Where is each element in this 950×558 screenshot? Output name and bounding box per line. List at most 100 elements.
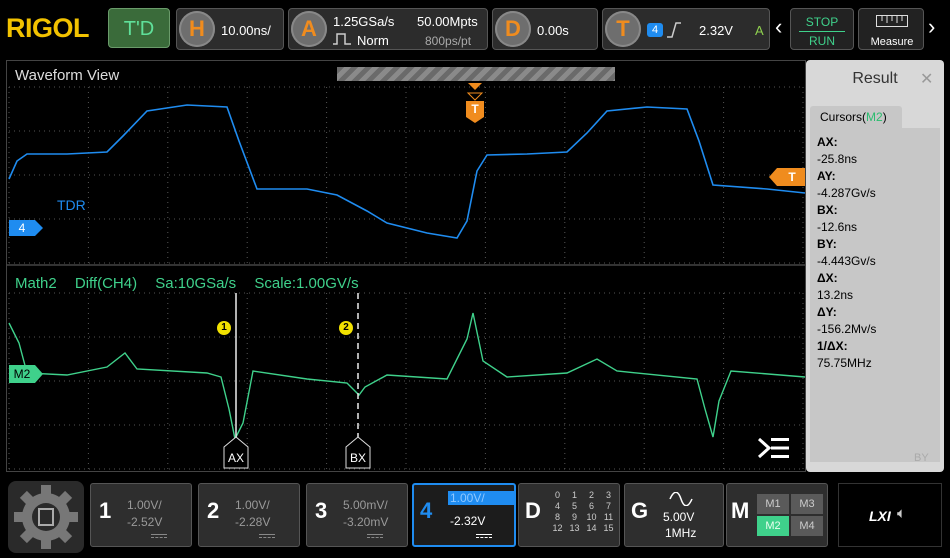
ch4-trace-label: TDR [57, 197, 86, 213]
digital-channel-grid: 0 1 2 3 4 5 6 7 8 9 10 11 12 13 14 15 [549, 490, 621, 533]
math-label: M [731, 498, 750, 523]
acquire-panel[interactable]: A 1.25GSa/s Norm 50.00Mpts 800ps/pt [288, 8, 488, 50]
collapse-menu-icon[interactable] [757, 435, 791, 461]
digital-channel-cell: 1 [571, 490, 577, 500]
ch2-offset: -2.28V [235, 515, 271, 529]
trigger-marker-label: T [471, 102, 479, 116]
chevron-left-icon[interactable]: ‹ [775, 14, 782, 40]
trigger-level-marker[interactable]: T [769, 168, 805, 191]
digital-channel-cell: 15 [603, 523, 614, 533]
t-level: 2.32V [699, 23, 733, 38]
channel-1-button[interactable]: 1 1.00V/ -2.52V [90, 483, 192, 547]
math-button[interactable]: M M1 M3 M2 M4 [726, 483, 828, 547]
math-m4[interactable]: M4 [791, 516, 823, 536]
cursors-tab[interactable]: Cursors(M2) [810, 106, 902, 128]
a-mode: Norm [357, 33, 389, 48]
ch4-coupling-icon [476, 534, 492, 538]
a-mem-depth: 50.00Mpts [417, 14, 478, 29]
result-value: -4.287Gv/s [817, 186, 876, 200]
digital-channel-cell: 4 [554, 501, 560, 511]
d-badge: D [495, 11, 531, 47]
h-timebase: 10.00ns/ [221, 23, 271, 38]
math-m2[interactable]: M2 [757, 516, 789, 536]
math-function: Diff(CH4) [74, 275, 138, 292]
math-m3[interactable]: M3 [791, 494, 823, 514]
math-m1[interactable]: M1 [757, 494, 789, 514]
trigger-panel[interactable]: T 4 2.32V A [602, 8, 770, 50]
cursor-bx-label: BX [349, 451, 366, 465]
result-key: AY: [817, 169, 836, 183]
cursor-1-badge: 1 [217, 321, 231, 335]
result-value: -25.8ns [817, 152, 858, 166]
top-bar: RIGOL T'D H 10.00ns/ A 1.25GSa/s Norm 50… [0, 0, 950, 57]
trigger-level-label: T [788, 170, 796, 184]
chevron-right-icon[interactable]: › [928, 14, 935, 40]
result-by-faint: BY [914, 452, 929, 464]
result-list: AX: -25.8ns AY: -4.287Gv/s BX: -12.6ns BY: -4.4… [810, 128, 940, 462]
result-panel[interactable]: Result ✕ Cursors(M2) AX: -25.8ns AY: -4.287… [806, 60, 944, 472]
waveform-view[interactable]: Waveform View T TDR 4 T Math2 Diff(CH4) … [6, 60, 806, 472]
home-gear-button[interactable] [8, 481, 84, 553]
bottom-bar: 1 1.00V/ -2.52V 2 1.00V/ -2.28V 3 5.00mV… [0, 477, 950, 557]
rigol-logo: RIGOL [6, 13, 90, 43]
measure-label: Measure [870, 36, 914, 48]
cursor-ax-label: AX [227, 451, 244, 465]
ch3-number: 3 [315, 498, 328, 523]
result-close-icon[interactable]: ✕ [920, 69, 933, 89]
digital-channel-cell: 8 [554, 512, 560, 522]
generator-frequency: 1MHz [665, 526, 697, 540]
ch1-offset: -2.52V [127, 515, 163, 529]
measure-button[interactable]: Measure [858, 8, 924, 50]
channel-4-button[interactable]: 4 1.00V/ -2.32V [412, 483, 516, 547]
ch2-scale: 1.00V/ [235, 498, 270, 512]
cursor-bx-marker[interactable]: BX [345, 436, 371, 469]
ruler-icon [876, 15, 908, 27]
digital-label: D [525, 498, 541, 523]
ch4-marker-label: 4 [18, 221, 26, 235]
rising-edge-icon [667, 22, 681, 38]
stop-label: STOP [805, 15, 839, 29]
digital-channel-cell: 13 [569, 523, 580, 533]
cursors-tab-source: M2 [866, 110, 883, 124]
math-marker-label: M2 [13, 367, 31, 381]
digital-channel-cell: 14 [586, 523, 597, 533]
result-value: 13.2ns [817, 288, 854, 302]
generator-button[interactable]: G 5.00V 1MHz [624, 483, 724, 547]
result-key: AX: [817, 135, 838, 149]
result-value: -12.6ns [817, 220, 858, 234]
a-sample-rate: 1.25GSa/s [333, 14, 395, 29]
td-button[interactable]: T'D [108, 8, 170, 48]
stop-run-button[interactable]: STOP RUN [790, 8, 854, 50]
math-name: Math2 [15, 275, 57, 292]
cursor-ax-marker[interactable]: AX [223, 436, 249, 469]
run-label: RUN [809, 34, 835, 48]
horizontal-panel[interactable]: H 10.00ns/ [176, 8, 284, 50]
delay-panel[interactable]: D 0.00s [492, 8, 598, 50]
sine-wave-icon [669, 492, 693, 506]
digital-channels-button[interactable]: D 0 1 2 3 4 5 6 7 8 9 10 11 12 13 14 15 [518, 483, 620, 547]
t-source-badge: 4 [647, 23, 663, 37]
digital-channel-cell: 9 [571, 512, 577, 522]
ch4-offset-marker[interactable]: 4 [9, 220, 43, 241]
speaker-muted-icon[interactable]: 🔈︎ [897, 505, 906, 522]
lxi-status-area[interactable]: LXI 🔈︎ [838, 483, 942, 547]
math-offset-marker[interactable]: M2 [9, 365, 43, 388]
h-badge: H [179, 11, 215, 47]
t-flag: A [755, 23, 764, 38]
ch4-scale: 1.00V/ [448, 491, 514, 505]
generator-amplitude: 5.00V [663, 510, 695, 524]
memory-position-bar[interactable] [337, 67, 615, 81]
ch4-trace [8, 104, 805, 239]
channel-3-button[interactable]: 3 5.00mV/ -3.20mV [306, 483, 408, 547]
ch2-number: 2 [207, 498, 220, 523]
math-scale: Scale:1.00GV/s [254, 275, 359, 292]
t-badge: T [605, 11, 641, 47]
digital-channel-cell: 10 [586, 512, 597, 522]
digital-channel-cell: 5 [571, 501, 577, 511]
result-value: -4.443Gv/s [817, 254, 876, 268]
result-key: 1/ΔX: [817, 339, 848, 353]
channel-2-button[interactable]: 2 1.00V/ -2.28V [198, 483, 300, 547]
result-value: 75.75MHz [817, 356, 872, 370]
cursors-tab-paren: ) [882, 110, 887, 124]
trigger-position-marker[interactable]: T [466, 83, 484, 123]
